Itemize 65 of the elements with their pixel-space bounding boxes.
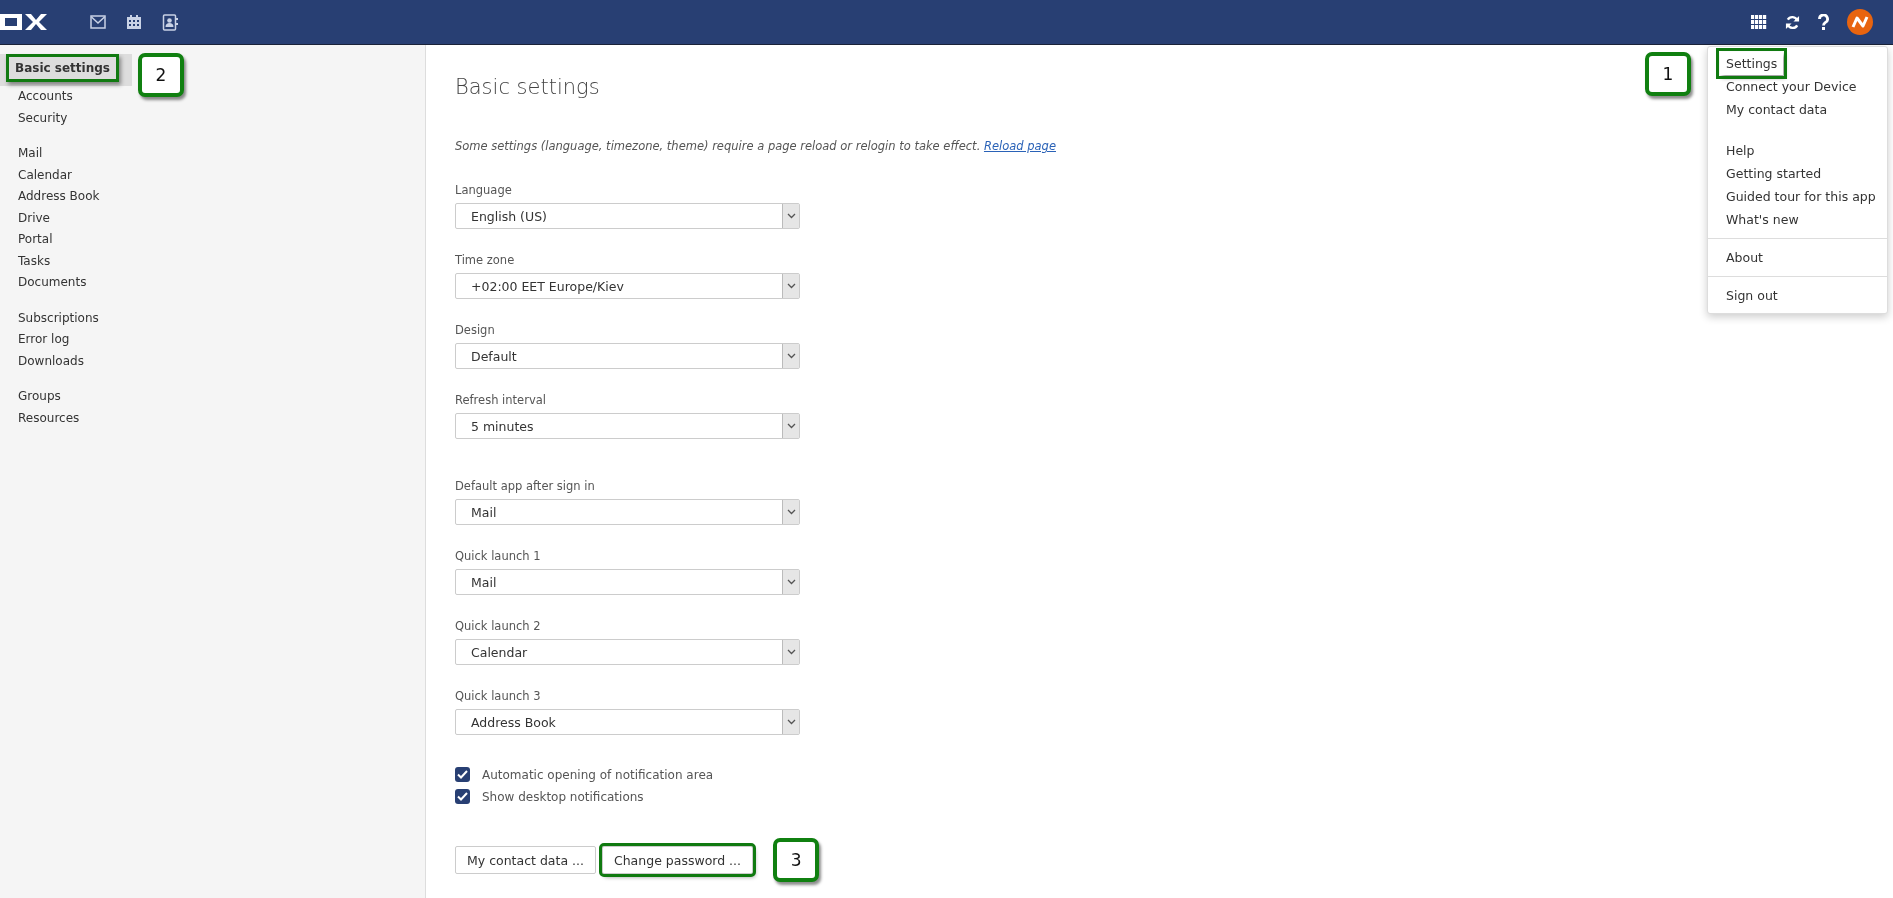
sidebar-item[interactable]: Drive [0, 207, 425, 229]
menu-item[interactable]: Help [1708, 139, 1887, 162]
sidebar-item[interactable]: Groups [0, 386, 425, 408]
sidebar-item[interactable]: Downloads [0, 350, 425, 372]
chevron-down-icon [786, 353, 796, 359]
dropdown[interactable]: Default [455, 343, 800, 369]
menu-item[interactable]: Getting started [1708, 162, 1887, 185]
dropdown[interactable]: +02:00 EET Europe/Kiev [455, 273, 800, 299]
menu-item[interactable]: What's new [1708, 208, 1887, 231]
checkbox[interactable] [455, 767, 470, 782]
callout-number: 3 [773, 838, 820, 882]
field-label: Design [455, 323, 495, 337]
menu-item[interactable]: About [1708, 246, 1887, 269]
sidebar-item[interactable]: Basic settings [0, 54, 132, 86]
dropdown[interactable]: Calendar [455, 639, 800, 665]
sidebar-item[interactable]: Mail [0, 143, 425, 165]
refresh-icon[interactable] [1785, 14, 1800, 30]
reload-note: Some settings (language, timezone, theme) require a page reload or relogin to take effect. Reload page [455, 139, 1056, 153]
checkbox-label: Automatic opening of notification area [482, 767, 714, 782]
avatar-icon[interactable] [1847, 9, 1873, 35]
chevron-down-icon [786, 423, 796, 429]
field-label: Quick launch 1 [455, 549, 541, 563]
sidebar-item[interactable]: Documents [0, 272, 425, 294]
checkbox-label: Show desktop notifications [482, 789, 644, 804]
menu-item[interactable]: Guided tour for this app [1708, 185, 1887, 208]
sidebar-item[interactable]: Subscriptions [0, 307, 425, 329]
address-book-icon[interactable] [162, 13, 178, 31]
sidebar-item[interactable]: Security [0, 107, 425, 129]
dropdown[interactable]: English (US) [455, 203, 800, 229]
chevron-down-icon [786, 213, 796, 219]
action-button[interactable]: Change password ... [601, 846, 754, 874]
dropdown[interactable]: 5 minutes [455, 413, 800, 439]
reload-link[interactable]: Reload page [983, 139, 1056, 153]
sidebar-item[interactable]: Calendar [0, 164, 425, 186]
sidebar-item[interactable]: Resources [0, 407, 425, 429]
sidebar-item[interactable]: Error log [0, 329, 425, 351]
sidebar-item[interactable]: Portal [0, 229, 425, 251]
field-label: Default app after sign in [455, 479, 595, 493]
dropdown[interactable]: Mail [455, 499, 800, 525]
menu-item[interactable]: Sign out [1708, 284, 1887, 307]
chevron-down-icon [786, 283, 796, 289]
callout-number: 2 [138, 53, 184, 97]
menu-item[interactable]: My contact data [1708, 98, 1887, 121]
sidebar-item[interactable]: Address Book [0, 186, 425, 208]
page-title: Basic settings [455, 75, 600, 99]
calendar-icon[interactable] [126, 14, 142, 30]
dropdown[interactable]: Address Book [455, 709, 800, 735]
mail-icon[interactable] [90, 15, 106, 29]
menu-item[interactable]: Connect your Device [1708, 75, 1887, 98]
field-label: Time zone [455, 253, 515, 267]
app-grid-icon[interactable] [1751, 15, 1767, 29]
chevron-down-icon [786, 579, 796, 585]
field-label: Refresh interval [455, 393, 546, 407]
callout-number: 1 [1645, 52, 1691, 96]
chevron-down-icon [786, 719, 796, 725]
chevron-down-icon [786, 649, 796, 655]
help-icon[interactable] [1818, 14, 1829, 30]
action-button[interactable]: My contact data ... [455, 846, 596, 874]
chevron-down-icon [786, 509, 796, 515]
field-label: Language [455, 183, 512, 197]
sidebar-item[interactable]: Tasks [0, 250, 425, 272]
dropdown[interactable]: Mail [455, 569, 800, 595]
checkbox[interactable] [455, 789, 470, 804]
field-label: Quick launch 3 [455, 689, 541, 703]
field-label: Quick launch 2 [455, 619, 541, 633]
